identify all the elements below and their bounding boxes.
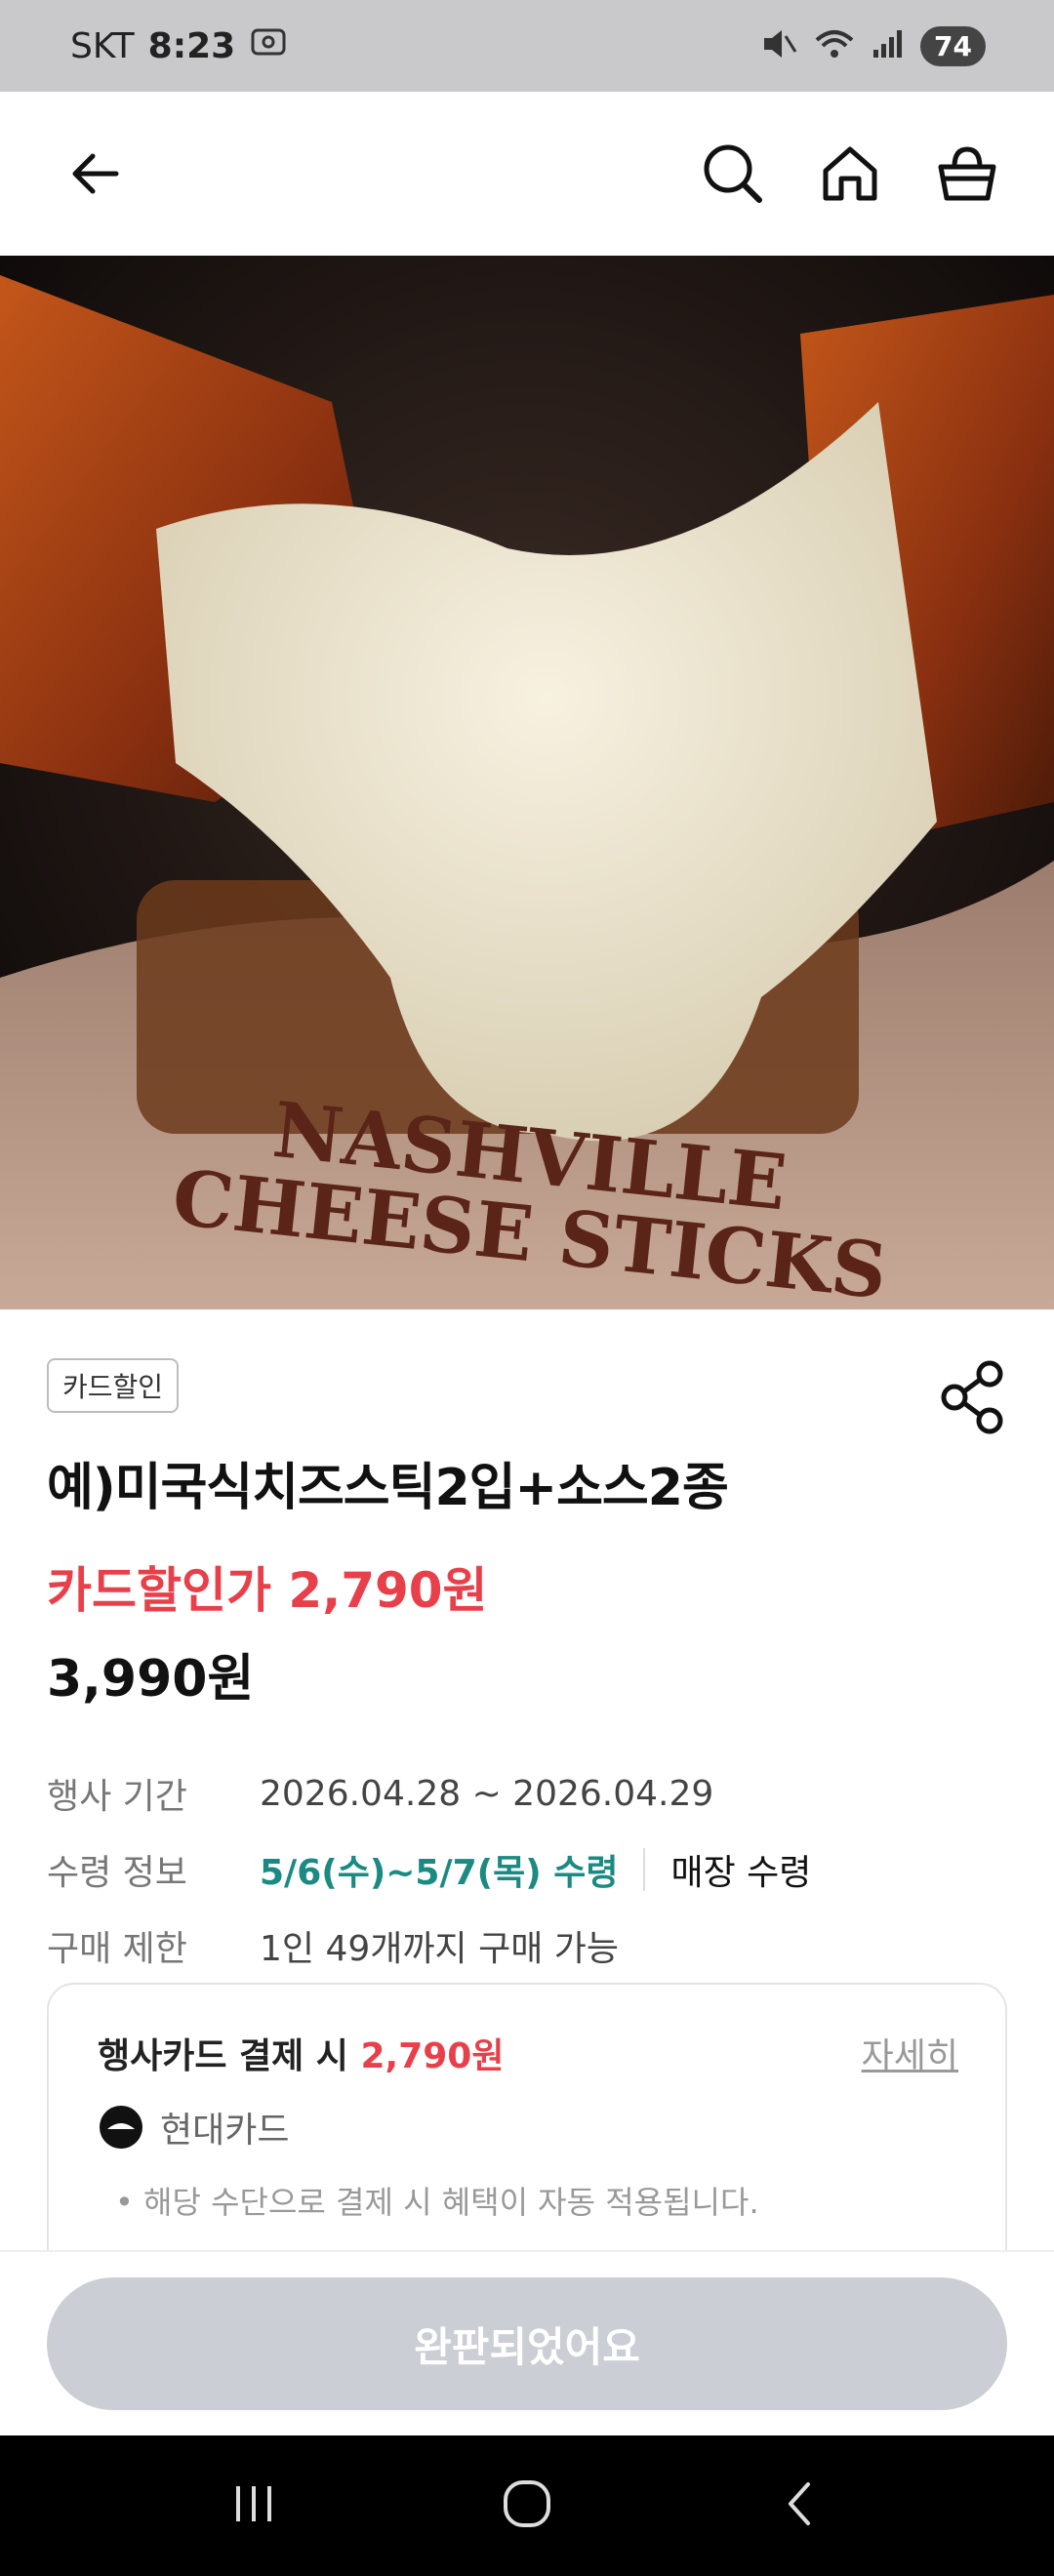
- benefit-note-text: 해당 수단으로 결제 시 혜택이 자동 적용됩니다.: [143, 2184, 759, 2221]
- status-right: 74: [760, 25, 986, 66]
- home-nav-button[interactable]: [498, 2475, 556, 2537]
- event-period-label: 행사 기간: [47, 1777, 187, 1817]
- bottom-cta-bar: 완판되었어요: [0, 2250, 1054, 2435]
- home-button[interactable]: [806, 130, 894, 218]
- card-benefit-head: 행사카드 결제 시 2,790원: [98, 2028, 504, 2078]
- card-benefit-prefix: 행사카드 결제 시: [98, 2036, 348, 2076]
- detail-link[interactable]: 자세히: [862, 2028, 958, 2078]
- screenshot-icon: [249, 24, 288, 68]
- pickup-date: 5/6(수)~5/7(목) 수령: [260, 1853, 619, 1893]
- back-chevron-icon: [789, 2482, 810, 2525]
- back-nav-button[interactable]: [771, 2475, 830, 2537]
- basket-icon: [938, 146, 996, 201]
- pickup-info-label: 수령 정보: [47, 1853, 187, 1893]
- signal-icon: [872, 26, 905, 65]
- purchase-limit-label: 구매 제한: [47, 1929, 187, 1969]
- status-left: SKT 8:23: [70, 24, 288, 68]
- carrier-label: SKT: [70, 25, 135, 66]
- regular-price: 3,990원: [47, 1650, 255, 1709]
- search-button[interactable]: [689, 130, 777, 218]
- divider: [643, 1848, 646, 1891]
- recent-apps-button[interactable]: [224, 2475, 283, 2537]
- back-arrow-icon: [72, 153, 119, 194]
- app-bar: [0, 92, 1054, 256]
- home-circle-icon: [504, 2480, 550, 2527]
- card-benefit-price: 2,790원: [360, 2036, 505, 2076]
- cart-button[interactable]: [923, 130, 1011, 218]
- share-button[interactable]: [935, 1356, 1013, 1434]
- benefit-note: • 해당 수단으로 결제 시 혜택이 자동 적용됩니다.: [115, 2178, 759, 2223]
- battery-level: 74: [920, 25, 986, 66]
- mute-icon: [760, 26, 797, 65]
- event-period-row: 행사 기간 2026.04.28 ~ 2026.04.29: [47, 1768, 713, 1819]
- pickup-place: 매장 수령: [670, 1853, 812, 1893]
- card-issuer-name: 현대카드: [160, 2111, 290, 2151]
- card-issuer: 현대카드: [98, 2102, 289, 2153]
- system-nav-bar: [0, 2435, 1054, 2576]
- wifi-icon: [813, 26, 856, 65]
- card-sale-price: 카드할인가 2,790원: [47, 1562, 488, 1619]
- sold-out-button[interactable]: 완판되었어요: [47, 2277, 1007, 2410]
- product-image: NASHVILLE CHEESE STICKS: [0, 256, 1054, 1309]
- purchase-limit-row: 구매 제한 1인 49개까지 구매 가능: [47, 1920, 619, 1971]
- recent-apps-icon: [236, 2486, 271, 2521]
- back-button[interactable]: [51, 130, 139, 218]
- event-period-value: 2026.04.28 ~ 2026.04.29: [260, 1773, 714, 1814]
- card-discount-badge: 카드할인: [47, 1358, 180, 1413]
- purchase-limit-value: 1인 49개까지 구매 가능: [260, 1929, 620, 1969]
- share-icon: [941, 1360, 1003, 1434]
- search-icon: [704, 144, 762, 203]
- hyundai-card-icon: [100, 2106, 142, 2149]
- status-time: 8:23: [147, 25, 236, 66]
- status-bar: SKT 8:23 74: [0, 0, 1054, 92]
- pickup-info-row: 수령 정보 5/6(수)~5/7(목) 수령 매장 수령: [47, 1844, 811, 1895]
- bullet: •: [115, 2184, 144, 2221]
- product-title: 예)미국식치즈스틱2입+소스2종: [47, 1459, 729, 1517]
- home-icon: [823, 146, 877, 201]
